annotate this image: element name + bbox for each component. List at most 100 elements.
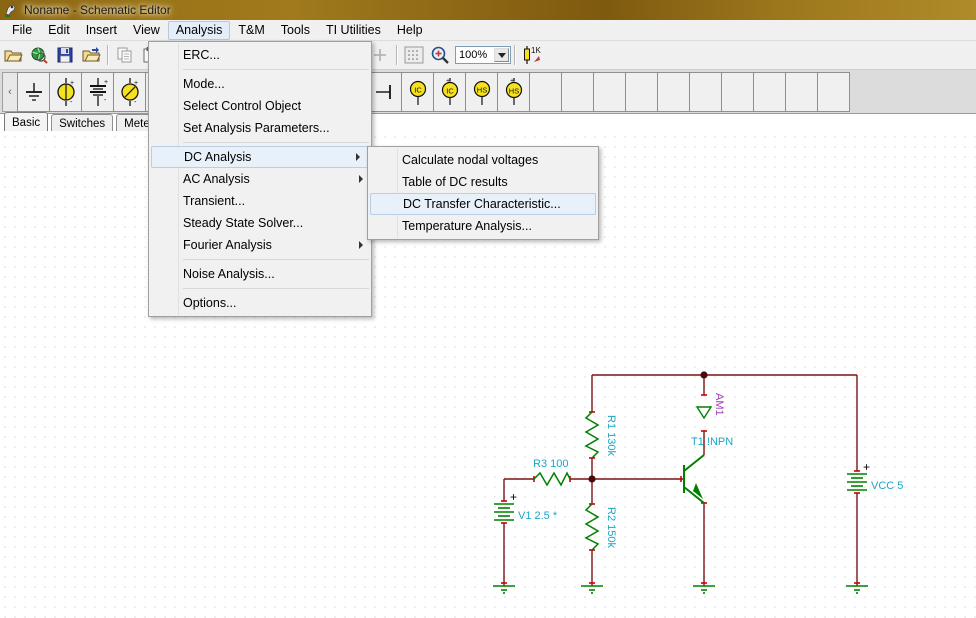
dc-source-symbol-button[interactable]: + - — [49, 71, 82, 112]
palette-empty-cell[interactable] — [785, 71, 818, 112]
palette-empty-cell[interactable] — [561, 71, 594, 112]
palette-empty-cell[interactable] — [689, 71, 722, 112]
menu-item-ac-analysis[interactable]: AC Analysis — [149, 168, 371, 190]
hs-symbol-button[interactable]: HS — [465, 71, 498, 112]
menu-item-erc[interactable]: ERC... — [149, 44, 371, 66]
source-v1-polarity: + — [510, 490, 517, 504]
copy-button[interactable] — [113, 43, 137, 67]
menu-item-fourier-analysis[interactable]: Fourier Analysis — [149, 234, 371, 256]
menu-item-select-control-object[interactable]: Select Control Object — [149, 95, 371, 117]
ac-source-symbol-button[interactable]: + - — [113, 71, 146, 112]
ground-vcc — [846, 585, 868, 594]
svg-text:+: + — [134, 80, 138, 87]
svg-text:1K: 1K — [531, 46, 541, 55]
analysis-dropdown-menu: ERC... Mode... Select Control Object Set… — [148, 41, 372, 317]
chevron-right-icon — [359, 175, 363, 183]
hs-plus-symbol-button[interactable]: + HS — [497, 71, 530, 112]
save-as-button[interactable] — [79, 43, 103, 67]
palette-empty-cell[interactable] — [657, 71, 690, 112]
menu-tools[interactable]: Tools — [273, 21, 318, 40]
source-vcc-label: VCC 5 — [871, 480, 903, 492]
menu-item-steady-state-solver[interactable]: Steady State Solver... — [149, 212, 371, 234]
ammeter-am1 — [695, 406, 713, 420]
menu-insert[interactable]: Insert — [78, 21, 125, 40]
resistor-r2-label: R2 150k — [605, 507, 617, 548]
svg-text:-: - — [134, 99, 137, 106]
ground-v1 — [493, 585, 515, 594]
menu-help[interactable]: Help — [389, 21, 431, 40]
menu-tm[interactable]: T&M — [230, 21, 272, 40]
menu-item-ac-analysis-label: AC Analysis — [183, 172, 250, 186]
palette-scroll-left-button[interactable]: ‹ — [2, 71, 18, 112]
open-button[interactable] — [1, 43, 25, 67]
source-v1 — [494, 503, 514, 521]
menu-item-dc-analysis[interactable]: DC Analysis — [151, 146, 369, 168]
svg-text:+: + — [104, 79, 108, 86]
palette-empty-cell[interactable] — [593, 71, 626, 112]
menu-item-table-of-dc-results[interactable]: Table of DC results — [368, 171, 598, 193]
menu-separator — [183, 288, 369, 289]
junction-node — [588, 475, 596, 483]
browse-button[interactable] — [27, 43, 51, 67]
menu-edit[interactable]: Edit — [40, 21, 78, 40]
menu-ti-utilities[interactable]: TI Utilities — [318, 21, 389, 40]
svg-text:IC: IC — [446, 86, 454, 95]
terminal-symbol-button[interactable] — [369, 71, 402, 112]
menu-item-dc-analysis-label: DC Analysis — [184, 150, 252, 164]
zoom-level-combo[interactable]: 100% — [455, 46, 511, 64]
source-vcc-polarity: + — [863, 460, 870, 474]
grid-button[interactable] — [402, 43, 426, 67]
menu-analysis[interactable]: Analysis — [167, 20, 231, 40]
ground-symbol-button[interactable] — [17, 71, 50, 112]
svg-text:-: - — [70, 99, 73, 106]
menu-item-noise-analysis[interactable]: Noise Analysis... — [149, 263, 371, 285]
toolbar-separator — [107, 45, 109, 65]
menu-view[interactable]: View — [125, 21, 168, 40]
chevron-right-icon — [359, 241, 363, 249]
menu-item-mode[interactable]: Mode... — [149, 73, 371, 95]
palette-empty-cell[interactable] — [753, 71, 786, 112]
menu-separator — [183, 69, 369, 70]
zoom-in-button[interactable] — [428, 43, 452, 67]
resistor-value-button[interactable]: 1K — [520, 43, 544, 67]
battery-symbol-button[interactable]: + - — [81, 71, 114, 112]
menu-item-calculate-nodal-voltages[interactable]: Calculate nodal voltages — [368, 149, 598, 171]
resistor-r1-label: R1 130k — [605, 415, 617, 456]
palette-empty-cell[interactable] — [529, 71, 562, 112]
component-palette: ‹ + - + - + - IC + IC HS + HS — [0, 70, 976, 114]
ic-symbol-button[interactable]: IC — [401, 71, 434, 112]
dc-analysis-submenu: Calculate nodal voltages Table of DC res… — [367, 146, 599, 240]
menu-item-transient[interactable]: Transient... — [149, 190, 371, 212]
chevron-right-icon — [356, 153, 360, 161]
palette-empty-cell[interactable] — [625, 71, 658, 112]
zoom-level-value: 100% — [459, 49, 488, 61]
window-title: Noname - Schematic Editor — [24, 3, 171, 17]
schematic-editor-window: Noname - Schematic Editor File Edit Inse… — [0, 0, 976, 618]
palette-empty-cell[interactable] — [817, 71, 850, 112]
toolbar-separator — [396, 45, 398, 65]
svg-text:IC: IC — [414, 85, 422, 94]
ic-plus-symbol-button[interactable]: + IC — [433, 71, 466, 112]
ground-r2 — [581, 585, 603, 594]
menu-item-dc-transfer-characteristic[interactable]: DC Transfer Characteristic... — [370, 193, 596, 215]
source-vcc — [847, 473, 867, 491]
source-v1-label: V1 2.5 * — [518, 510, 558, 522]
junction-node — [700, 371, 708, 379]
resistor-r3-label: R3 100 — [533, 458, 568, 470]
palette-empty-cell[interactable] — [721, 71, 754, 112]
menu-file[interactable]: File — [4, 21, 40, 40]
transistor-t1-label: T1 !NPN — [691, 436, 733, 448]
tab-basic[interactable]: Basic — [4, 112, 49, 132]
title-bar: Noname - Schematic Editor — [0, 0, 976, 20]
app-icon — [3, 2, 19, 18]
menu-item-fourier-analysis-label: Fourier Analysis — [183, 238, 272, 252]
chevron-down-icon[interactable] — [494, 48, 509, 62]
tab-switches[interactable]: Switches — [51, 114, 114, 132]
main-toolbar: 100% 1K — [0, 41, 976, 70]
svg-text:HS: HS — [508, 86, 518, 95]
menu-item-temperature-analysis[interactable]: Temperature Analysis... — [368, 215, 598, 237]
save-button[interactable] — [53, 43, 77, 67]
menu-item-options[interactable]: Options... — [149, 292, 371, 314]
palette-tabs: Basic Switches Meters — [0, 110, 976, 132]
menu-item-set-analysis-parameters[interactable]: Set Analysis Parameters... — [149, 117, 371, 139]
